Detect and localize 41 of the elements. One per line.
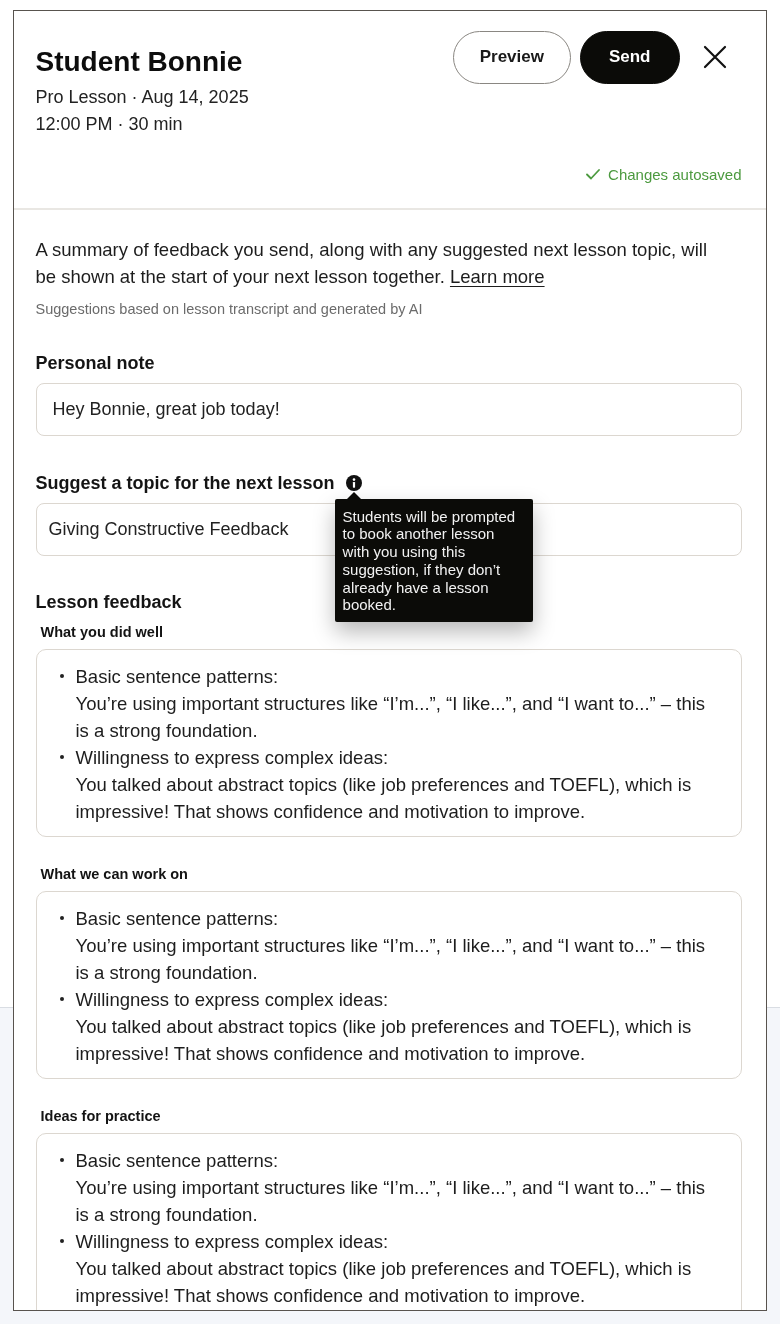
subsection-label: Ideas for practice <box>40 1106 161 1125</box>
feedback-text-area[interactable] <box>35 1132 742 1310</box>
autosave-status: Changes autosaved <box>608 164 742 185</box>
field-label: Suggest a topic for the next lesson <box>35 471 335 495</box>
bullet-icon <box>59 916 64 920</box>
student-name: Student Bonnie <box>35 44 243 79</box>
ai-disclaimer: Suggestions based on lesson transcript and generated by AI <box>35 299 423 318</box>
item-text: You talked about abstract topics (like job preferences and TOEFL), which is impressive! That shows confidence and motivation to improve. <box>75 1256 693 1308</box>
info-icon[interactable] <box>345 474 362 491</box>
item-text: You’re using important structures like “I’m...”, “I like...”, and “I want to...” – this is a strong foundation. <box>75 691 707 743</box>
item-heading: Willingness to express complex ideas: <box>75 1229 389 1254</box>
primary-button[interactable]: Send <box>579 30 680 84</box>
lesson-details: Pro Lesson · Aug 14, 2025 <box>35 86 249 109</box>
feedback-text-area[interactable] <box>35 890 742 1079</box>
item-heading: Willingness to express complex ideas: <box>75 745 389 770</box>
item-text: You talked about abstract topics (like job preferences and TOEFL), which is impressive! That shows confidence and motivation to improve. <box>75 1014 693 1066</box>
lesson-details: 12:00 PM · 30 min <box>35 113 183 136</box>
bullet-icon <box>59 1239 64 1243</box>
bullet-icon <box>59 674 64 678</box>
input-field[interactable]: Hey Bonnie, great job today! <box>35 382 742 436</box>
subsection-label: What we can work on <box>40 864 188 883</box>
bullet-icon <box>59 1158 64 1162</box>
intro-text: A summary of feedback you send, along with any suggested next lesson topic, will be shown at the start of your next lesson together. Learn more <box>35 238 708 289</box>
item-heading: Willingness to express complex ideas: <box>75 987 389 1012</box>
tooltip: Students will be prompted to book another lesson with you using this suggestion, if they don’t already have a lesson booked. <box>334 491 533 623</box>
secondary-button[interactable]: Preview <box>452 30 571 84</box>
item-text: You’re using important structures like “I’m...”, “I like...”, and “I want to...” – this is a strong foundation. <box>75 933 707 985</box>
section-title: Lesson feedback <box>35 590 182 614</box>
item-heading: Basic sentence patterns: <box>75 664 279 689</box>
item-text: You talked about abstract topics (like job preferences and TOEFL), which is impressive! That shows confidence and motivation to improve. <box>75 772 693 824</box>
item-heading: Basic sentence patterns: <box>75 1148 279 1173</box>
bullet-icon <box>59 755 64 759</box>
subsection-label: What you did well <box>40 622 163 641</box>
feedback-text-area[interactable] <box>35 648 742 837</box>
item-text: You’re using important structures like “I’m...”, “I like...”, and “I want to...” – this is a strong foundation. <box>75 1175 707 1227</box>
close-icon <box>702 45 727 69</box>
field-label: Personal note <box>35 351 155 375</box>
bullet-icon <box>59 997 64 1001</box>
learn-more-link[interactable]: Learn more <box>449 266 545 287</box>
item-heading: Basic sentence patterns: <box>75 906 279 931</box>
check-icon <box>586 169 601 180</box>
